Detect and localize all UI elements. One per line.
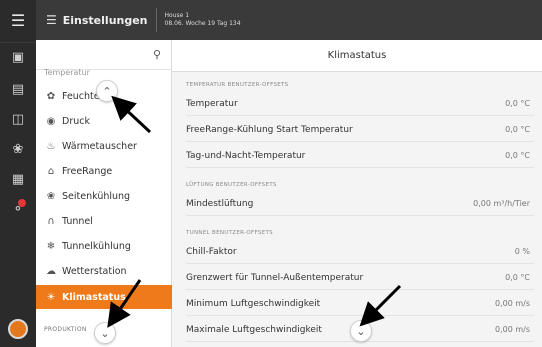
tunnel-icon: ∩ bbox=[47, 215, 55, 227]
setting-row-freerange-start[interactable]: FreeRange-Kühlung Start Temperatur 0,0 °… bbox=[186, 118, 534, 142]
weather-icon: ☁ bbox=[46, 265, 56, 277]
setting-value: 0,00 m/s bbox=[494, 325, 530, 334]
nav-item-druck[interactable]: ◉ Druck bbox=[36, 109, 172, 133]
house-date: 08.06. Woche 19 Tag 134 bbox=[164, 20, 241, 27]
nav-item-label: Tunnelkühlung bbox=[62, 240, 131, 252]
nav-item-waermetauscher[interactable]: ♨ Wärmetauscher bbox=[36, 134, 172, 158]
settings-sliders-icon: ☰ bbox=[46, 13, 57, 27]
nav-item-wetterstation[interactable]: ☁ Wetterstation bbox=[36, 259, 172, 283]
nav-section-produktion: PRODUKTION bbox=[44, 326, 87, 333]
setting-row-grenzwert-tunnel[interactable]: Grenzwert für Tunnel-Außentemperatur 0,0… bbox=[186, 266, 534, 290]
setting-label: Tag-und-Nacht-Temperatur bbox=[186, 150, 306, 161]
icon-rail: ☰ ▣ ▤ ◫ ❀ ▦ ⚬ bbox=[0, 0, 36, 347]
nav-item-label: Feuchte bbox=[62, 90, 100, 102]
setting-value: 0,0 °C bbox=[505, 273, 530, 282]
nav-item-temperatur[interactable]: Temperatur bbox=[36, 65, 172, 79]
dashboard-icon[interactable]: ▣ bbox=[0, 42, 36, 72]
nav-item-klimastatus[interactable]: ☀ Klimastatus bbox=[36, 285, 172, 309]
nav-item-label: Klimastatus bbox=[62, 291, 126, 303]
page-title: Einstellungen bbox=[62, 13, 148, 27]
nav-item-label: FreeRange bbox=[62, 165, 113, 177]
setting-label: Maximale Luftgeschwindigkeit bbox=[186, 324, 322, 335]
alarm-badge bbox=[18, 199, 26, 207]
menu-icon[interactable]: ☰ bbox=[0, 0, 36, 40]
setting-value: 0,00 m³/h/Tier bbox=[473, 199, 530, 208]
nav-item-label: Seitenkühlung bbox=[62, 190, 131, 202]
nav-item-tunnel[interactable]: ∩ Tunnel bbox=[36, 209, 172, 233]
nav-item-seitenkuehlung[interactable]: ❀ Seitenkühlung bbox=[36, 184, 172, 208]
house-icon: ⌂ bbox=[47, 165, 55, 177]
setting-value: 0,0 °C bbox=[505, 151, 530, 160]
app-window: ☰ ▣ ▤ ◫ ❀ ▦ ⚬ ☰ Einstellungen House 1 08… bbox=[0, 0, 542, 347]
exchange-icon: ♨ bbox=[46, 140, 56, 152]
setting-row-mindestlueftung[interactable]: Mindestlüftung 0,00 m³/h/Tier bbox=[186, 192, 534, 216]
calendar-icon[interactable]: ▦ bbox=[0, 164, 36, 194]
setting-value: 0,0 °C bbox=[505, 99, 530, 108]
setting-label: Mindestlüftung bbox=[186, 198, 254, 209]
search-icon[interactable]: ⚲ bbox=[153, 48, 161, 61]
main-title: Klimastatus bbox=[172, 40, 542, 72]
nav-item-label: Tunnel bbox=[62, 215, 93, 227]
nav-item-label: Druck bbox=[62, 115, 90, 127]
setting-value: 0,0 °C bbox=[505, 125, 530, 134]
avatar[interactable] bbox=[8, 319, 28, 339]
cooling-icon: ❄ bbox=[46, 240, 56, 252]
setting-value: 0 % bbox=[514, 247, 530, 256]
setting-row-temperatur[interactable]: Temperatur 0,0 °C bbox=[186, 92, 534, 116]
top-header: ☰ Einstellungen House 1 08.06. Woche 19 … bbox=[36, 0, 542, 40]
nav-item-tunnelkuehlung[interactable]: ❄ Tunnelkühlung bbox=[36, 234, 172, 258]
drop-icon: ✿ bbox=[46, 90, 56, 102]
setting-row-chill-faktor[interactable]: Chill-Faktor 0 % bbox=[186, 240, 534, 264]
house-info: House 1 08.06. Woche 19 Tag 134 bbox=[165, 12, 241, 28]
setting-label: Temperatur bbox=[186, 98, 238, 109]
setting-label: Grenzwert für Tunnel-Außentemperatur bbox=[186, 272, 364, 283]
section-temperatur-offsets: TEMPERATUR BENUTZER-OFFSETS bbox=[186, 82, 289, 88]
main-panel: Klimastatus TEMPERATUR BENUTZER-OFFSETS … bbox=[172, 40, 542, 347]
nav-item-label: Wärmetauscher bbox=[62, 140, 137, 152]
house-name: House 1 bbox=[164, 12, 190, 19]
fan-icon[interactable]: ❀ bbox=[0, 134, 36, 164]
sun-icon: ☀ bbox=[46, 291, 56, 303]
setting-label: Chill-Faktor bbox=[186, 246, 237, 257]
setting-value: 0,00 m/s bbox=[494, 299, 530, 308]
fan-icon: ❀ bbox=[46, 190, 56, 202]
building-icon[interactable]: ◫ bbox=[0, 104, 36, 134]
setting-row-min-luftgeschwindigkeit[interactable]: Minimum Luftgeschwindigkeit 0,00 m/s bbox=[186, 292, 534, 316]
section-tunnel-offsets: TUNNEL BENUTZER-OFFSETS bbox=[186, 230, 273, 236]
setting-label: Minimum Luftgeschwindigkeit bbox=[186, 298, 321, 309]
nav-scroll-up-button[interactable]: ⌃ bbox=[96, 80, 118, 102]
nav-scroll-down-button[interactable]: ⌄ bbox=[94, 322, 116, 344]
setting-row-tag-nacht[interactable]: Tag-und-Nacht-Temperatur 0,0 °C bbox=[186, 144, 534, 168]
nav-item-label: Wetterstation bbox=[62, 265, 127, 277]
setting-label: FreeRange-Kühlung Start Temperatur bbox=[186, 124, 353, 135]
alarm-icon[interactable]: ⚬ bbox=[0, 194, 36, 224]
nav-item-freerange[interactable]: ⌂ FreeRange bbox=[36, 159, 172, 183]
main-scroll-down-button[interactable]: ⌄ bbox=[350, 320, 372, 342]
chart-icon[interactable]: ▤ bbox=[0, 74, 36, 104]
header-divider bbox=[155, 8, 157, 32]
gauge-icon: ◉ bbox=[46, 115, 56, 127]
section-lueftung-offsets: LÜFTUNG BENUTZER-OFFSETS bbox=[186, 182, 277, 188]
nav-item-label: Temperatur bbox=[44, 67, 90, 77]
